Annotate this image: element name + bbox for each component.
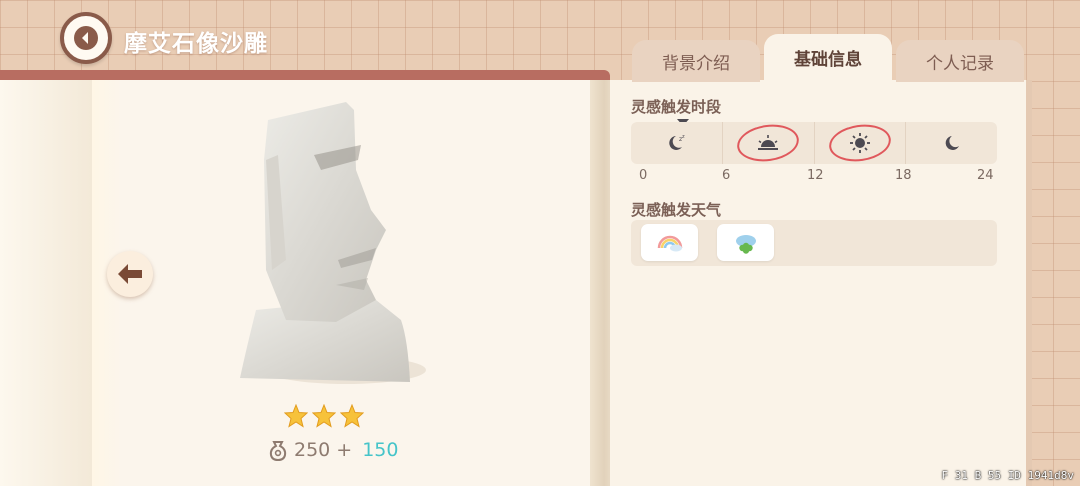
star-icon [284, 404, 308, 428]
tab-personal-record[interactable]: 个人记录 [896, 40, 1024, 82]
moon-icon [945, 136, 959, 150]
svg-text:z: z [682, 134, 685, 140]
tab-basic-info[interactable]: 基础信息 [764, 34, 892, 80]
time-segment-afternoon [815, 120, 907, 166]
book-right-edge [1026, 80, 1032, 486]
time-tick: 0 [639, 168, 648, 183]
time-tick: 18 [895, 168, 912, 183]
time-tick: 12 [807, 168, 824, 183]
debug-overlay: F 31 B 55 ID 1941d8v [941, 469, 1074, 482]
price-plus: + [336, 439, 353, 461]
price-base: 250 [294, 439, 331, 461]
price-bonus: 150 [362, 439, 399, 461]
moon-sleep-icon: z z [669, 134, 685, 150]
previous-item-button[interactable] [107, 251, 153, 297]
back-button[interactable] [60, 12, 112, 64]
inspiration-weather-label: 灵感触发天气 [631, 201, 722, 219]
inspiration-time-label: 灵感触发时段 [631, 98, 722, 116]
inspiration-time-bar: z z [631, 120, 997, 166]
rarity-stars [284, 404, 364, 428]
page-title: 摩艾石像沙雕 [124, 31, 268, 57]
star-icon [340, 404, 364, 428]
time-segment-morning [723, 120, 815, 166]
rainbow-icon [657, 235, 682, 251]
time-segment-night: z z [631, 122, 723, 164]
highlight-circle [734, 120, 802, 166]
star-icon [312, 404, 336, 428]
arrow-left-icon [118, 264, 142, 284]
weather-card [717, 224, 774, 261]
moai-statue-image [240, 102, 426, 384]
back-arrow-icon [74, 26, 98, 50]
highlight-circle [826, 120, 894, 166]
clover-cloud-icon [735, 234, 756, 254]
time-tick: 24 [977, 168, 994, 183]
time-tick: 6 [722, 168, 731, 183]
tab-background[interactable]: 背景介绍 [632, 40, 760, 82]
left-page-shade [0, 80, 92, 486]
time-segment-evening [906, 122, 997, 164]
coin-bag-icon [269, 441, 287, 461]
weather-card [641, 224, 698, 261]
sell-price: 250 + 150 [268, 439, 398, 461]
